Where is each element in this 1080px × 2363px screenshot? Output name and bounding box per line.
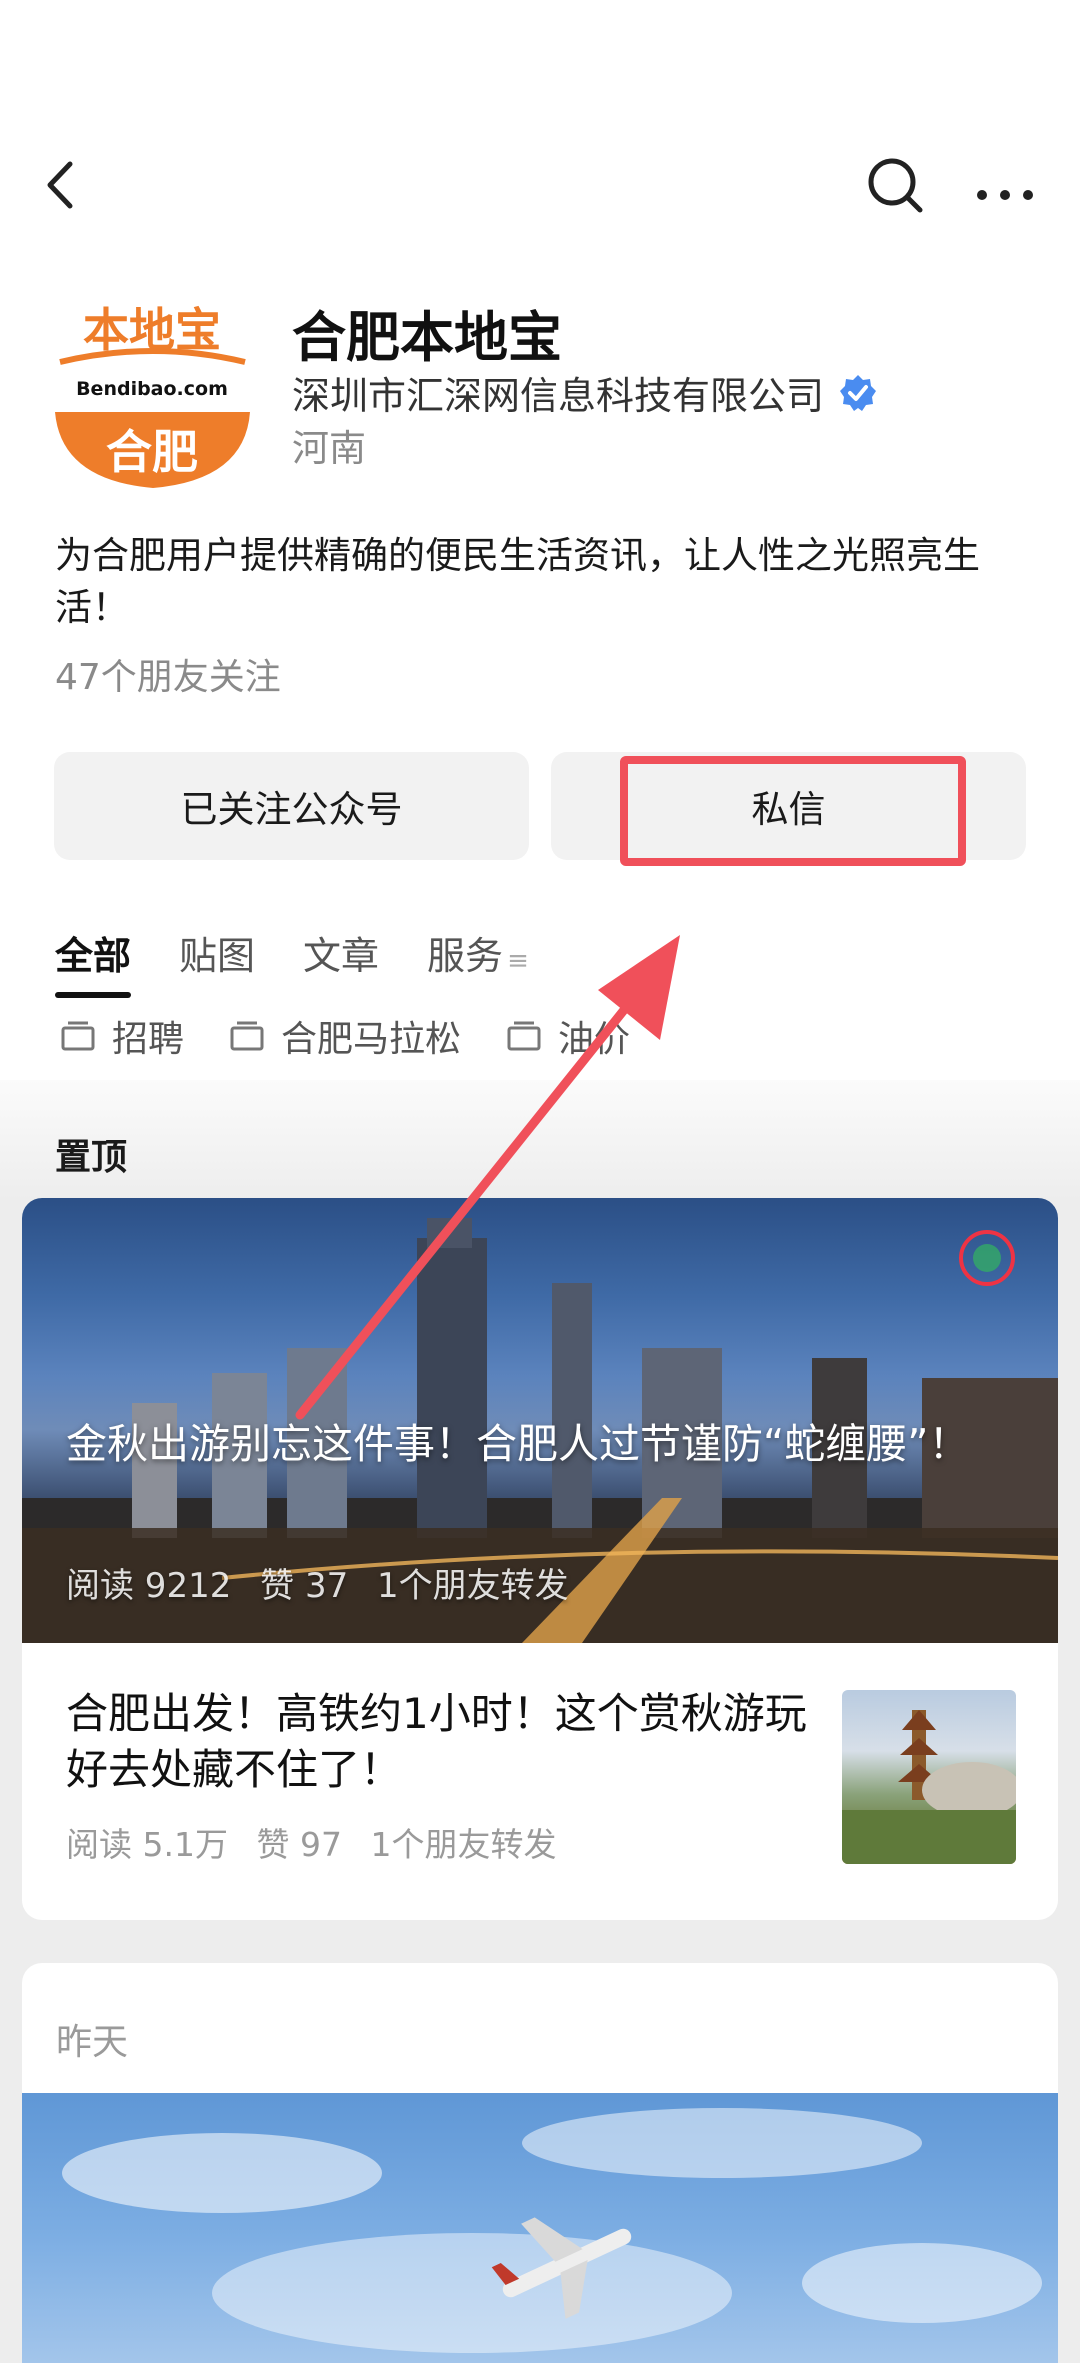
chip-label: 合肥马拉松	[281, 1019, 462, 1060]
tab-services[interactable]: 服务 ≡	[427, 925, 529, 998]
tab-posts[interactable]: 贴图	[179, 925, 255, 998]
logo-text-bottom: 合肥	[106, 425, 198, 479]
article-meta: 阅读 5.1万 赞 97 1个朋友转发	[66, 1818, 574, 1866]
folder-icon	[507, 1021, 541, 1051]
share-info: 1个朋友转发	[377, 1566, 569, 1606]
chip-label: 招聘	[112, 1019, 185, 1060]
chip-marathon[interactable]: 合肥马拉松	[229, 1010, 461, 1062]
read-count: 阅读 5.1万	[66, 1825, 228, 1864]
hero-article-title: 金秋出游别忘这件事！合肥人过节谨防“蛇缠腰”！	[66, 1420, 970, 1468]
chip-recruitment[interactable]: 招聘	[60, 1010, 184, 1062]
followed-button[interactable]: 已关注公众号	[54, 752, 529, 860]
tab-all[interactable]: 全部	[55, 925, 132, 998]
account-description: 为合肥用户提供精确的便民生活资讯，让人性之光照亮生活！	[55, 534, 980, 629]
tab-services-label: 服务	[427, 934, 504, 978]
tab-articles[interactable]: 文章	[303, 925, 379, 998]
account-name: 合肥本地宝	[292, 306, 562, 369]
hero-article-meta: 阅读 9212 赞 37 1个朋友转发	[66, 1558, 587, 1607]
pinned-card: 金秋出游别忘这件事！合肥人过节谨防“蛇缠腰”！ 阅读 9212 赞 37 1个朋…	[22, 1198, 1058, 1920]
date-label: 昨天	[56, 2022, 129, 2063]
friends-following-count[interactable]: 47个朋友关注	[55, 648, 281, 700]
like-count: 赞 97	[256, 1825, 342, 1864]
yesterday-card: 昨天	[22, 1963, 1058, 2363]
top-nav	[0, 140, 1080, 230]
verified-icon	[840, 374, 877, 411]
account-logo[interactable]: 本地宝 Bendibao.com 合肥	[45, 300, 260, 490]
menu-lines-icon: ≡	[507, 946, 529, 976]
search-icon[interactable]	[860, 150, 930, 220]
hero-article[interactable]: 金秋出游别忘这件事！合肥人过节谨防“蛇缠腰”！ 阅读 9212 赞 37 1个朋…	[22, 1198, 1058, 1643]
like-count: 赞 37	[260, 1566, 349, 1606]
pinned-label: 置顶	[55, 1137, 128, 1178]
folder-icon	[61, 1021, 95, 1051]
content-tabs: 全部 贴图 文章 服务 ≡	[55, 925, 577, 998]
message-button[interactable]: 私信	[551, 752, 1026, 860]
folder-icon	[230, 1021, 264, 1051]
logo-text-top: 本地宝	[83, 303, 221, 357]
chip-oil-price[interactable]: 油价	[506, 1010, 630, 1062]
company-line[interactable]: 深圳市汇深网信息科技有限公司	[292, 365, 878, 420]
logo-text-mid: Bendibao.com	[76, 378, 228, 400]
share-info: 1个朋友转发	[370, 1825, 557, 1864]
chevron-left-icon[interactable]	[30, 150, 90, 220]
company-name: 深圳市汇深网信息科技有限公司	[292, 374, 825, 418]
airplane-image[interactable]	[22, 2093, 1058, 2363]
article-title[interactable]: 合肥出发！高铁约1小时！这个赏秋游玩好去处藏不住了！	[66, 1686, 826, 1798]
article-thumbnail[interactable]	[842, 1690, 1016, 1864]
official-account-profile-page: 本地宝 Bendibao.com 合肥 合肥本地宝 深圳市汇深网信息科技有限公司…	[0, 0, 1080, 2363]
read-count: 阅读 9212	[66, 1566, 232, 1606]
chip-label: 油价	[558, 1019, 631, 1060]
region-label: 河南	[292, 427, 366, 470]
more-dots-icon[interactable]	[970, 150, 1040, 220]
topic-chips: 招聘 合肥马拉松 油价	[60, 1010, 675, 1062]
